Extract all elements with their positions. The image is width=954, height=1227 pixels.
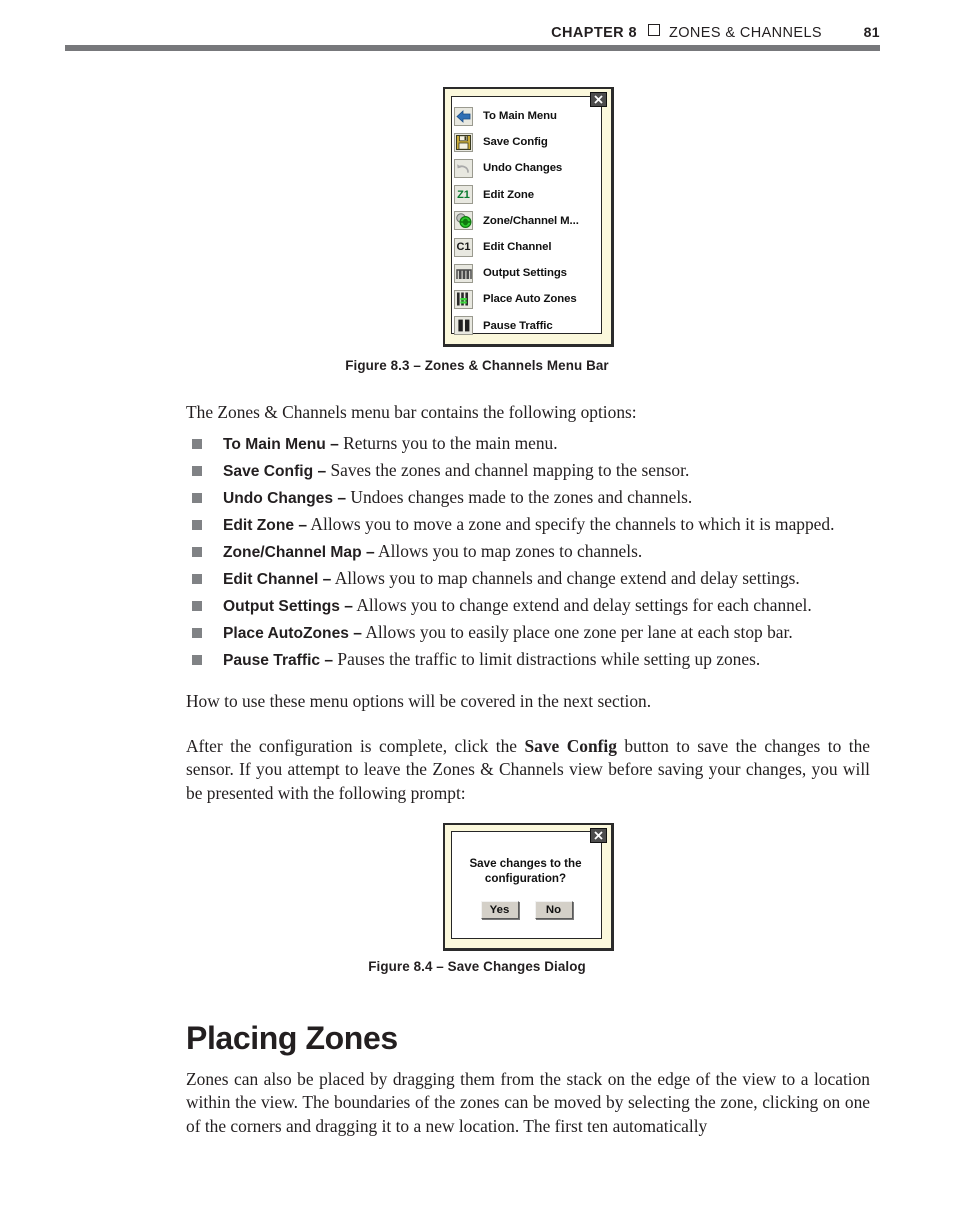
menu-item-label: Edit Channel	[483, 241, 552, 254]
option-description: Saves the zones and channel mapping to t…	[326, 460, 690, 480]
list-item: To Main Menu – Returns you to the main m…	[186, 430, 876, 457]
option-term: To Main Menu –	[223, 436, 339, 453]
bullet-square-icon	[192, 574, 202, 584]
option-description: Undoes changes made to the zones and cha…	[346, 487, 693, 507]
menu-item-place-auto-zones[interactable]: Place Auto Zones	[445, 286, 611, 312]
list-item: Edit Channel – Allows you to map channel…	[186, 565, 876, 592]
dialog-button-row: Yes No	[452, 901, 601, 919]
list-item: Save Config – Saves the zones and channe…	[186, 457, 876, 484]
zone-z1-icon: Z1	[454, 185, 473, 205]
menu-item-label: Edit Zone	[483, 188, 534, 201]
zone-channel-map-icon	[454, 211, 473, 231]
page-section-heading: Placing Zones	[186, 1020, 398, 1056]
bullet-square-icon	[192, 466, 202, 476]
header-title: ZONES & CHANNELS	[668, 25, 822, 41]
menu-item-label: Place Auto Zones	[483, 293, 577, 306]
menu-item-edit-zone[interactable]: Z1 Edit Zone	[445, 182, 611, 208]
option-description: Pauses the traffic to limit distractions…	[333, 649, 761, 669]
intro-paragraph-block: The Zones & Channels menu bar contains t…	[186, 401, 869, 424]
option-term: Undo Changes –	[223, 490, 347, 507]
list-item: Place AutoZones – Allows you to easily p…	[186, 619, 876, 646]
page-number: 81	[863, 24, 880, 40]
bullet-square-icon	[192, 439, 202, 449]
place-auto-zones-icon	[454, 289, 473, 309]
menu-item-label: Save Config	[483, 136, 548, 149]
bullet-square-icon	[192, 493, 202, 503]
menu-item-list: To Main Menu Save Config Undo Changes Z1…	[445, 103, 611, 339]
paragraph-after-bold-term: Save Config	[524, 736, 617, 756]
menu-item-edit-channel[interactable]: C1 Edit Channel	[445, 234, 611, 260]
bullet-square-icon	[192, 628, 202, 638]
list-item: Pause Traffic – Pauses the traffic to li…	[186, 646, 876, 673]
menu-item-output-settings[interactable]: Output Settings	[445, 260, 611, 286]
menu-window-frame: To Main Menu Save Config Undo Changes Z1…	[443, 87, 614, 347]
floppy-save-icon	[454, 132, 473, 152]
no-button[interactable]: No	[534, 901, 573, 919]
dialog-window-body: Save changes to the configuration? Yes N…	[451, 831, 602, 939]
list-item: Zone/Channel Map – Allows you to map zon…	[186, 538, 876, 565]
paragraph-after-block: After the configuration is complete, cli…	[186, 735, 870, 805]
option-term: Save Config –	[223, 463, 327, 480]
paragraph-closing: Zones can also be placed by dragging the…	[186, 1069, 870, 1136]
header-chapter-label: CHAPTER 8	[551, 25, 637, 41]
option-description: Allows you to map zones to channels.	[374, 541, 643, 561]
option-term: Place AutoZones –	[223, 625, 362, 642]
bullet-square-icon	[192, 520, 202, 530]
list-item: Output Settings – Allows you to change e…	[186, 592, 876, 619]
undo-arrow-icon	[454, 158, 473, 178]
close-icon[interactable]	[590, 828, 607, 843]
option-description: Allows you to easily place one zone per …	[361, 622, 793, 642]
paragraph-closing-block: Zones can also be placed by dragging the…	[186, 1068, 870, 1138]
bullet-square-icon	[192, 547, 202, 557]
dialog-message-line1: Save changes to the	[469, 857, 582, 870]
dialog-window-frame: Save changes to the configuration? Yes N…	[443, 823, 614, 951]
option-description: Allows you to change extend and delay se…	[352, 595, 812, 615]
intro-paragraph: The Zones & Channels menu bar contains t…	[186, 402, 637, 422]
menu-item-save-config[interactable]: Save Config	[445, 129, 611, 155]
page-running-header: CHAPTER 8 ZONES & CHANNELS 81	[65, 24, 880, 56]
figure-8-3-caption: Figure 8.3 – Zones & Channels Menu Bar	[345, 358, 609, 373]
paragraph-how-block: How to use these menu options will be co…	[186, 690, 869, 713]
menu-item-pause-traffic[interactable]: Pause Traffic	[445, 313, 611, 339]
menu-options-list: To Main Menu – Returns you to the main m…	[186, 430, 876, 673]
list-item: Undo Changes – Undoes changes made to th…	[186, 484, 876, 511]
dialog-message: Save changes to the configuration?	[460, 856, 591, 886]
option-term: Edit Zone –	[223, 517, 308, 534]
figure-8-4-caption: Figure 8.4 – Save Changes Dialog	[368, 959, 586, 974]
header-divider-rule	[65, 45, 880, 51]
menu-item-label: Undo Changes	[483, 162, 563, 175]
option-term: Pause Traffic –	[223, 652, 334, 669]
square-outline-icon	[647, 24, 660, 36]
yes-button[interactable]: Yes	[480, 901, 519, 919]
menu-item-label: To Main Menu	[483, 110, 557, 123]
output-settings-icon	[454, 263, 473, 283]
dialog-message-line2: configuration?	[484, 872, 567, 885]
figure-save-changes-dialog: Save changes to the configuration? Yes N…	[443, 823, 614, 951]
paragraph-after-part1: After the configuration is complete, cli…	[186, 736, 525, 756]
option-term: Output Settings –	[223, 598, 353, 615]
menu-item-zone-channel-map[interactable]: Zone/Channel M...	[445, 208, 611, 234]
figure-zones-channels-menu-bar: To Main Menu Save Config Undo Changes Z1…	[443, 87, 614, 347]
menu-item-label: Pause Traffic	[483, 319, 553, 332]
menu-item-label: Output Settings	[483, 267, 567, 280]
option-description: Allows you to map channels and change ex…	[331, 568, 800, 588]
option-term: Edit Channel –	[223, 571, 332, 588]
pause-traffic-icon	[454, 316, 473, 336]
option-description: Returns you to the main menu.	[338, 433, 558, 453]
menu-item-undo-changes[interactable]: Undo Changes	[445, 155, 611, 181]
paragraph-how: How to use these menu options will be co…	[186, 691, 652, 711]
close-icon[interactable]	[590, 92, 607, 107]
list-item: Edit Zone – Allows you to move a zone an…	[186, 511, 876, 538]
bullet-square-icon	[192, 655, 202, 665]
bullet-square-icon	[192, 601, 202, 611]
paragraph-after: After the configuration is complete, cli…	[186, 735, 870, 805]
channel-c1-icon: C1	[454, 237, 473, 257]
menu-item-to-main-menu[interactable]: To Main Menu	[445, 103, 611, 129]
back-arrow-icon	[454, 106, 473, 126]
option-term: Zone/Channel Map –	[223, 544, 375, 561]
menu-item-label: Zone/Channel M...	[483, 214, 579, 227]
option-description: Allows you to move a zone and specify th…	[307, 514, 835, 534]
